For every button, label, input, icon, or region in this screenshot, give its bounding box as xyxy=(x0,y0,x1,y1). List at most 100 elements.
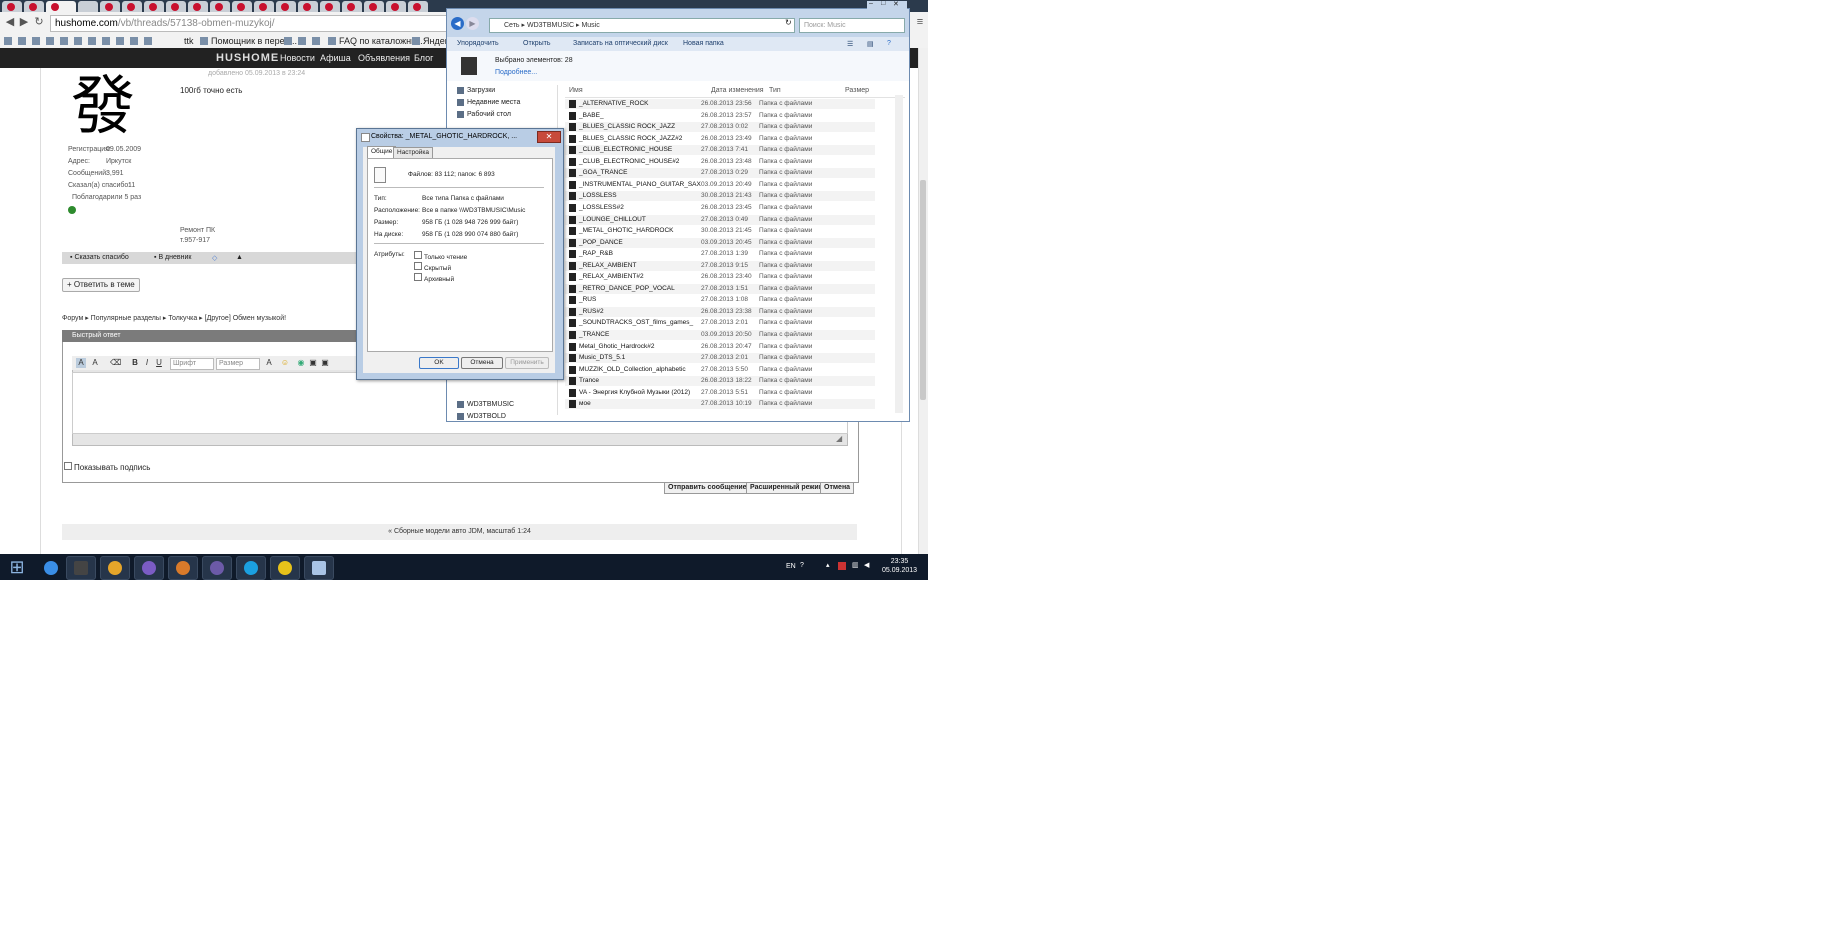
italic-icon[interactable]: I xyxy=(142,358,152,368)
browser-tab[interactable] xyxy=(166,1,186,12)
font-select[interactable]: Шрифт xyxy=(170,358,214,370)
file-row[interactable]: _RUS 27.08.2013 1:08 Папка с файлами xyxy=(565,295,875,305)
file-row[interactable]: _RETRO_DANCE_POP_VOCAL 27.08.2013 1:51 Пап… xyxy=(565,283,875,294)
bookmark-icon-link[interactable] xyxy=(312,35,323,47)
file-row[interactable]: _CLUB_ELECTRONIC_HOUSE 27.08.2013 7:41 Пап… xyxy=(565,145,875,156)
source-mode-icon[interactable]: A xyxy=(76,358,86,368)
size-select[interactable]: Размер xyxy=(216,358,260,370)
browser-tab[interactable] xyxy=(144,1,164,12)
file-row[interactable]: _RELAX_AMBIENT 27.08.2013 9:15 Папка с фай… xyxy=(565,260,875,271)
file-row[interactable]: _LOSSLESS 30.08.2013 21:43 Папка с файлами xyxy=(565,191,875,202)
nav-classifieds[interactable]: Объявления xyxy=(358,53,410,63)
file-row[interactable]: _SOUNDTRACKS_OST_films_games_ 27.08.2013 … xyxy=(565,318,875,328)
back-icon[interactable]: ◀ xyxy=(451,17,464,30)
nav-wd3tbmusic[interactable]: WD3TBMUSIC xyxy=(457,401,514,408)
bold-icon[interactable]: B xyxy=(130,358,140,368)
text-color-icon[interactable]: A xyxy=(264,358,274,368)
refresh-icon[interactable]: ↻ xyxy=(785,18,792,27)
reload-icon[interactable]: ↻ xyxy=(33,16,45,28)
bookmark-icon-link[interactable] xyxy=(32,35,43,47)
link-icon[interactable]: ◉ xyxy=(296,358,306,368)
breadcrumb-item[interactable]: Толкучка xyxy=(168,315,197,322)
taskbar-clock[interactable]: 23:35 05.09.2013 xyxy=(882,557,917,575)
browser-tab[interactable] xyxy=(342,1,362,12)
forward-icon[interactable]: ▶ xyxy=(466,17,479,30)
wysiwyg-icon[interactable]: A xyxy=(90,358,100,368)
open-button[interactable]: Открыть xyxy=(523,40,551,47)
network-icon[interactable]: ▥ xyxy=(852,562,860,570)
file-row[interactable]: MUZZIK_OLD_Collection_alphabetic 27.08.20… xyxy=(565,365,875,375)
resize-handle-icon[interactable]: ◢ xyxy=(836,434,842,443)
file-row[interactable]: VA - Энергия Клубной Музыки (2012) 27.08.… xyxy=(565,388,875,398)
file-list-scrollbar[interactable] xyxy=(895,95,903,413)
file-row[interactable]: _RELAX_AMBIENT#2 26.08.2013 23:40 Папка с … xyxy=(565,272,875,282)
file-row[interactable]: _RAP_R&B 27.08.2013 1:39 Папка с файлами xyxy=(565,249,875,259)
bookmark-icon-link[interactable] xyxy=(144,35,155,47)
file-row[interactable]: _BLUES_CLASSIC ROCK_JAZZ 27.08.2013 0:02 П… xyxy=(565,122,875,133)
bookmark-icon-link[interactable] xyxy=(4,35,15,47)
address-bar[interactable]: hushome.com/vb/threads/57138-obmen-muzyk… xyxy=(50,15,456,32)
organize-button[interactable]: Упорядочить xyxy=(457,40,499,47)
video-icon[interactable]: ▣ xyxy=(320,358,330,368)
file-row[interactable]: _TRANCE 03.09.2013 20:50 Папка с файлами xyxy=(565,330,875,340)
show-signature-checkbox[interactable]: Показывать подпись xyxy=(64,462,150,472)
bookmark-icon-link[interactable] xyxy=(60,35,71,47)
volume-icon[interactable]: ◀ xyxy=(864,562,872,570)
file-row[interactable]: _METAL_GHOTIC_HARDROCK 30.08.2013 21:45 Па… xyxy=(565,226,875,236)
breadcrumb-item[interactable]: Популярные разделы xyxy=(91,315,161,322)
file-row[interactable]: _BABE_ 26.08.2013 23:57 Папка с файлами xyxy=(565,111,875,121)
file-row[interactable]: Trance 26.08.2013 18:22 Папка с файлами xyxy=(565,376,875,387)
ok-button[interactable]: OK xyxy=(419,357,459,369)
app-fox[interactable] xyxy=(168,556,198,580)
file-row[interactable]: Music_DTS_5.1 27.08.2013 2:01 Папка с файл… xyxy=(565,353,875,364)
tab-customize[interactable]: Настройка xyxy=(393,147,433,158)
path-segment[interactable]: Сеть xyxy=(504,22,520,29)
view-options-icon[interactable]: ☰ xyxy=(847,40,853,48)
underline-icon[interactable]: U xyxy=(154,358,164,368)
column-date[interactable]: Дата изменения xyxy=(711,87,764,94)
nav-blog[interactable]: Блог xyxy=(414,53,433,63)
help-tray-icon[interactable]: ? xyxy=(800,562,808,570)
back-icon[interactable]: ◀ xyxy=(4,16,16,28)
remove-format-icon[interactable]: ⌫ xyxy=(110,358,121,368)
bookmark-translator[interactable]: Помощник в перев... xyxy=(200,35,297,47)
browser-tab[interactable] xyxy=(122,1,142,12)
file-row[interactable]: Metal_Ghotic_Hardrock#2 26.08.2013 20:47 П… xyxy=(565,342,875,352)
nav-events[interactable]: Афиша xyxy=(320,53,351,63)
browser-tab[interactable] xyxy=(210,1,230,12)
chrome-app[interactable] xyxy=(100,556,130,580)
site-logo[interactable]: HUSHOME xyxy=(216,52,279,64)
bookmark-icon-link[interactable] xyxy=(298,35,309,47)
report-icon[interactable]: ▲ xyxy=(236,254,243,261)
close-icon[interactable]: ✕ xyxy=(893,0,899,8)
start-button-icon[interactable]: ⊞ xyxy=(2,556,32,578)
bookmark-icon-link[interactable] xyxy=(116,35,127,47)
explorer-search-input[interactable]: Поиск: Music xyxy=(799,18,905,33)
burn-disc-button[interactable]: Записать на оптический диск xyxy=(573,40,668,47)
bookmark-icon-link[interactable] xyxy=(102,35,113,47)
share-icon[interactable]: ◇ xyxy=(212,254,217,262)
bookmark-icon-link[interactable] xyxy=(284,35,295,47)
apply-button[interactable]: Применить xyxy=(505,357,549,369)
menu-icon[interactable]: ≡ xyxy=(914,16,926,28)
advanced-mode-button[interactable]: Расширенный режим xyxy=(746,482,828,494)
image-icon[interactable]: ▣ xyxy=(308,358,318,368)
column-size[interactable]: Размер xyxy=(845,87,869,94)
app-player[interactable] xyxy=(202,556,232,580)
reply-to-thread-button[interactable]: + Ответить в теме xyxy=(62,278,140,292)
bookmark-faq[interactable]: FAQ по каталожны... xyxy=(328,35,425,47)
show-hidden-icons-icon[interactable]: ▴ xyxy=(826,562,834,570)
tray-app-icon[interactable] xyxy=(838,562,846,570)
diary-button[interactable]: ▪ В дневник xyxy=(154,254,191,261)
close-icon[interactable]: ✕ xyxy=(537,131,561,143)
browser-tab[interactable] xyxy=(100,1,120,12)
column-type[interactable]: Тип xyxy=(769,87,781,94)
preview-pane-icon[interactable]: ▤ xyxy=(867,40,874,48)
browser-tab[interactable] xyxy=(408,1,428,12)
nav-desktop[interactable]: Рабочий стол xyxy=(457,111,511,118)
page-scrollbar-thumb[interactable] xyxy=(920,180,926,400)
skype-app[interactable] xyxy=(236,556,266,580)
bookmark-icon-link[interactable] xyxy=(18,35,29,47)
forward-icon[interactable]: ▶ xyxy=(18,16,30,28)
file-row[interactable]: _LOSSLESS#2 26.08.2013 23:45 Папка с файла… xyxy=(565,203,875,213)
